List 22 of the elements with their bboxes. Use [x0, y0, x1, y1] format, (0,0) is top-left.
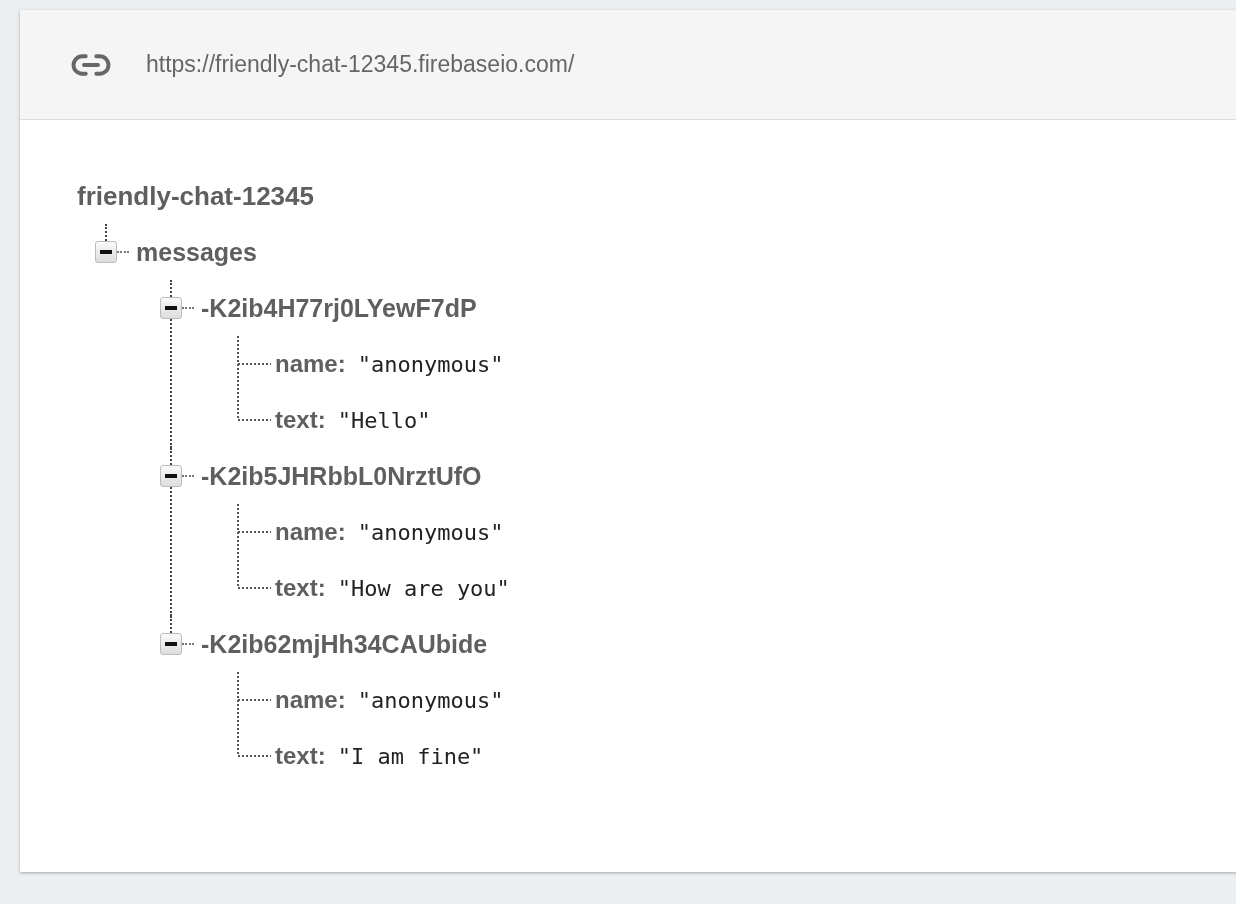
key-label: text: — [275, 742, 326, 770]
value-text: "I am fine" — [337, 743, 484, 769]
value-text: "anonymous" — [357, 519, 504, 545]
collapse-toggle[interactable] — [160, 465, 182, 487]
key-label[interactable]: messages — [136, 237, 257, 267]
key-label: name: — [275, 686, 346, 714]
key-label: text: — [275, 406, 326, 434]
key-label[interactable]: -K2ib62mjHh34CAUbide — [201, 629, 488, 659]
key-label[interactable]: -K2ib5JHRbbL0NrztUfO — [201, 461, 482, 491]
value-text: "anonymous" — [357, 687, 504, 713]
key-label: text: — [275, 574, 326, 602]
root-label: friendly-chat-12345 — [77, 180, 314, 212]
key-label[interactable]: -K2ib4H77rj0LYewF7dP — [201, 293, 477, 323]
url-text: https://friendly-chat-12345.firebaseio.com/ — [146, 51, 575, 78]
value-text: "How are you" — [337, 575, 510, 601]
value-text: "Hello" — [337, 407, 431, 433]
key-label: name: — [275, 518, 346, 546]
collapse-toggle[interactable] — [160, 297, 182, 319]
key-label: name: — [275, 350, 346, 378]
collapse-toggle[interactable] — [160, 633, 182, 655]
collapse-toggle[interactable] — [95, 241, 117, 263]
value-text: "anonymous" — [357, 351, 504, 377]
